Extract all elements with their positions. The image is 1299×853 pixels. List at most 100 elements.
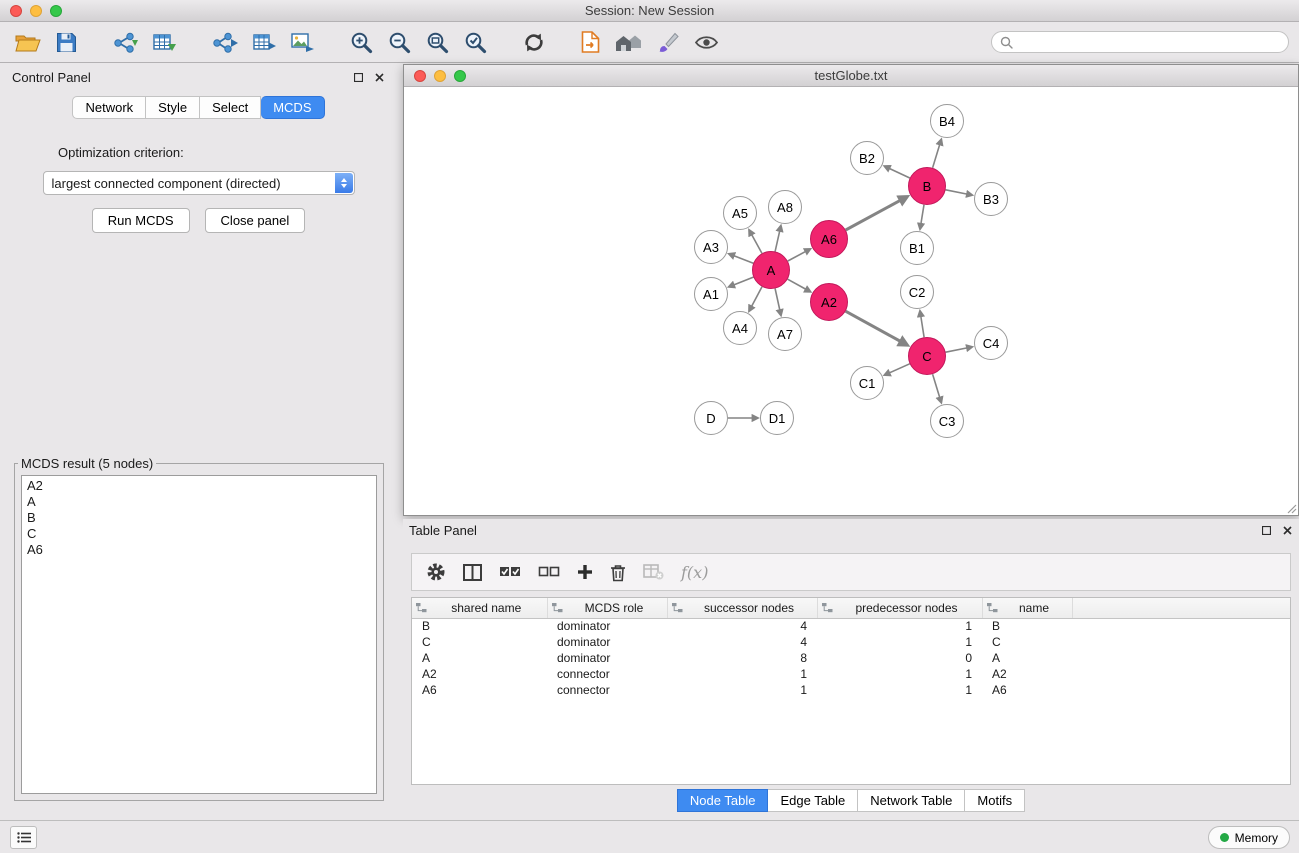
save-session-button[interactable] (51, 29, 82, 56)
graph-node-C4[interactable]: C4 (974, 326, 1008, 360)
graph-node-A6[interactable]: A6 (810, 220, 848, 258)
refresh-view-button[interactable] (518, 29, 550, 56)
mcds-result-item[interactable]: A6 (27, 542, 371, 558)
function-builder-button[interactable]: f(x) (681, 563, 708, 582)
tab-node-table[interactable]: Node Table (677, 789, 769, 812)
float-table-panel-button[interactable] (1261, 525, 1272, 536)
optimization-criterion-dropdown[interactable]: largest connected component (directed) (43, 171, 355, 195)
mcds-result-item[interactable]: C (27, 526, 371, 542)
table-row-B[interactable]: Bdominator41B (412, 618, 1290, 634)
graph-node-B4[interactable]: B4 (930, 104, 964, 138)
delete-table-button[interactable] (643, 564, 664, 580)
tab-motifs[interactable]: Motifs (965, 789, 1025, 812)
close-control-panel-button[interactable] (374, 72, 385, 83)
search-input[interactable] (1018, 35, 1280, 49)
float-control-panel-button[interactable] (353, 72, 364, 83)
close-window-button[interactable] (10, 5, 22, 17)
dropdown-stepper[interactable] (335, 173, 353, 193)
graph-node-A4[interactable]: A4 (723, 311, 757, 345)
show-graphics-details-button[interactable] (689, 31, 724, 54)
close-table-panel-button[interactable] (1282, 525, 1293, 536)
column-header-MCDS-role[interactable]: MCDS role (547, 598, 667, 618)
main-titlebar[interactable]: Session: New Session (0, 0, 1299, 22)
graph-node-C1[interactable]: C1 (850, 366, 884, 400)
close-panel-button[interactable]: Close panel (205, 208, 306, 233)
tab-style[interactable]: Style (146, 96, 200, 119)
column-label: shared name (451, 601, 521, 615)
tab-edge-table[interactable]: Edge Table (768, 789, 858, 812)
maximize-network-window-button[interactable] (454, 70, 466, 82)
graph-node-B1[interactable]: B1 (900, 231, 934, 265)
graph-node-A1[interactable]: A1 (694, 277, 728, 311)
mcds-result-item[interactable]: A2 (27, 478, 371, 494)
mcds-result-item[interactable]: B (27, 510, 371, 526)
graph-node-C3[interactable]: C3 (930, 404, 964, 438)
deselect-all-rows-button[interactable] (538, 566, 560, 578)
graph-node-A2[interactable]: A2 (810, 283, 848, 321)
tab-network[interactable]: Network (72, 96, 146, 119)
search-field[interactable] (991, 31, 1289, 53)
network-home-button[interactable] (610, 29, 647, 55)
maximize-window-button[interactable] (50, 5, 62, 17)
network-window-titlebar[interactable]: testGlobe.txt (404, 65, 1298, 87)
tab-network-table[interactable]: Network Table (858, 789, 965, 812)
table-cell: 1 (667, 682, 817, 698)
graph-node-A7[interactable]: A7 (768, 317, 802, 351)
mcds-result-item[interactable]: A (27, 494, 371, 510)
run-mcds-button[interactable]: Run MCDS (92, 208, 190, 233)
zoom-selected-button[interactable] (459, 28, 492, 57)
table-row-A6[interactable]: A6connector11A6 (412, 682, 1290, 698)
graph-node-B3[interactable]: B3 (974, 182, 1008, 216)
column-header-name[interactable]: name (982, 598, 1072, 618)
add-column-icon (577, 564, 593, 580)
resize-grip[interactable] (1285, 502, 1297, 514)
add-column-button[interactable] (577, 564, 593, 580)
table-row-A2[interactable]: A2connector11A2 (412, 666, 1290, 682)
task-history-button[interactable] (10, 826, 37, 849)
graph-node-A8[interactable]: A8 (768, 190, 802, 224)
tab-mcds[interactable]: MCDS (261, 96, 324, 119)
network-canvas[interactable]: B4 B2 B B3 A5 A8A6 B1 A3 A C2 A1 A2 A4 A7 C4 C C1 C3 D D1 (404, 88, 1298, 515)
zoom-out-button[interactable] (383, 28, 416, 57)
memory-button[interactable]: Memory (1208, 826, 1290, 849)
table-cell: A2 (982, 666, 1072, 682)
open-session-button[interactable] (10, 29, 46, 56)
zoom-out-icon (388, 31, 411, 54)
export-network-button[interactable] (207, 29, 243, 56)
column-header-successor-nodes[interactable]: successor nodes (667, 598, 817, 618)
graph-node-D1[interactable]: D1 (760, 401, 794, 435)
graph-node-B2[interactable]: B2 (850, 141, 884, 175)
graph-node-A3[interactable]: A3 (694, 230, 728, 264)
zoom-fit-button[interactable] (421, 28, 454, 57)
import-table-from-file-button[interactable] (148, 29, 181, 56)
minimize-network-window-button[interactable] (434, 70, 446, 82)
table-row-A[interactable]: Adominator80A (412, 650, 1290, 666)
import-network-from-file-button[interactable] (108, 29, 143, 56)
mcds-result-list[interactable]: A2ABCA6 (21, 475, 377, 794)
control-panel-tabs: NetworkStyleSelectMCDS (6, 96, 391, 119)
import-file-button[interactable] (576, 28, 605, 56)
graph-node-B[interactable]: B (908, 167, 946, 205)
table-body: Bdominator41BCdominator41CAdominator80AA… (412, 618, 1290, 698)
graph-node-A[interactable]: A (752, 251, 790, 289)
export-table-button[interactable] (248, 29, 281, 56)
graph-node-D[interactable]: D (694, 401, 728, 435)
control-panel: Control Panel NetworkStyleSelectMCDS Opt… (6, 66, 391, 807)
column-header-shared-name[interactable]: shared name (412, 598, 547, 618)
apply-style-button[interactable] (652, 28, 684, 56)
zoom-in-button[interactable] (345, 28, 378, 57)
graph-node-C2[interactable]: C2 (900, 275, 934, 309)
table-settings-button[interactable] (426, 562, 446, 582)
column-header-predecessor-nodes[interactable]: predecessor nodes (817, 598, 982, 618)
export-image-button[interactable] (286, 29, 319, 56)
graph-node-A5[interactable]: A5 (723, 196, 757, 230)
select-all-rows-button[interactable] (499, 566, 521, 578)
tab-select[interactable]: Select (200, 96, 261, 119)
close-network-window-button[interactable] (414, 70, 426, 82)
graph-node-C[interactable]: C (908, 337, 946, 375)
delete-column-button[interactable] (610, 563, 626, 582)
show-columns-button[interactable] (463, 564, 482, 581)
table-row-C[interactable]: Cdominator41C (412, 634, 1290, 650)
main-toolbar (0, 22, 1299, 63)
minimize-window-button[interactable] (30, 5, 42, 17)
